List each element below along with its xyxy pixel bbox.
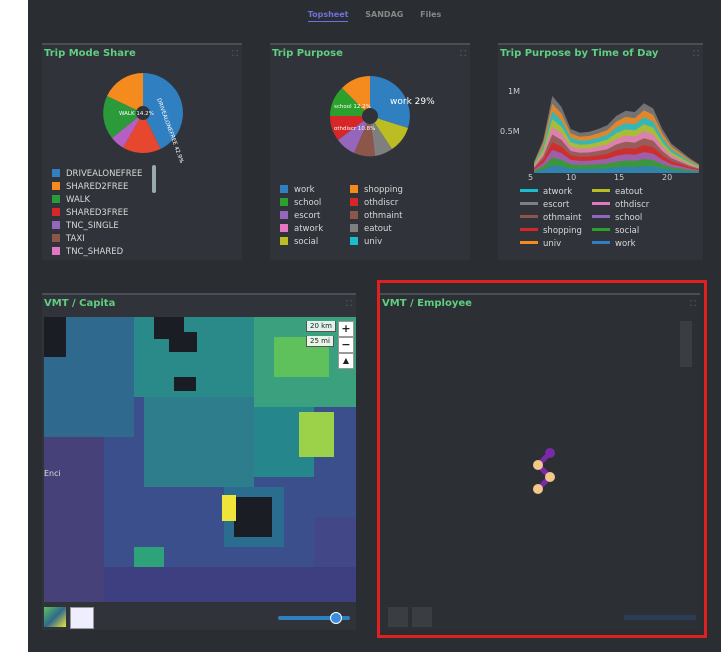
legend-scrollbar[interactable] — [152, 165, 156, 193]
mode-share-panel: Trip Mode Share ⛶ DRIVEALONEFREE 42.9% W… — [42, 43, 242, 260]
legend-item[interactable]: atwork — [280, 224, 323, 234]
reset-north-button[interactable]: ▲ — [338, 353, 354, 369]
tab-sandag[interactable]: SANDAG — [365, 10, 403, 19]
legend-item[interactable]: school — [592, 213, 642, 223]
expand-icon[interactable]: ⛶ — [460, 49, 466, 59]
legend-item[interactable]: univ — [520, 239, 561, 249]
legend-item[interactable]: eatout — [350, 224, 392, 234]
legend-item[interactable]: work — [592, 239, 636, 249]
legend-item[interactable]: atwork — [520, 187, 572, 197]
panel-title: VMT / Capita — [44, 298, 116, 309]
x-tick: 15 — [614, 173, 625, 182]
layer-toggle-points-icon[interactable] — [70, 607, 94, 629]
zoom-controls-dimmed — [680, 321, 692, 367]
legend-item[interactable]: work — [280, 185, 315, 195]
zoom-out-button[interactable]: − — [338, 337, 354, 353]
expand-icon[interactable]: ⛶ — [346, 299, 352, 309]
legend-item[interactable]: social — [280, 237, 318, 247]
tab-bar: Topsheet SANDAG Files — [28, 10, 721, 28]
vmt-capita-panel: VMT / Capita ⛶ 20 km 25 mi + − ▲ Enci — [42, 293, 356, 630]
legend-item[interactable]: SHARED3FREE — [52, 208, 128, 218]
layer-toggle-choropleth-icon[interactable] — [44, 607, 66, 627]
mode-share-pie: DRIVEALONEFREE 42.9% WALK 14.2% — [103, 73, 184, 164]
x-tick: 5 — [528, 173, 534, 182]
legend-item[interactable]: othmaint — [350, 211, 403, 221]
layer-toggle-dimmed — [412, 607, 432, 627]
choropleth — [44, 317, 356, 602]
vmt-employee-panel: VMT / Employee ⛶ — [380, 293, 700, 630]
legend-item[interactable]: SHARED2FREE — [52, 182, 128, 192]
panel-title: Trip Purpose — [272, 48, 343, 59]
legend-item[interactable]: DRIVEALONEFREE — [52, 169, 142, 179]
legend-item[interactable]: eatout — [592, 187, 643, 197]
panel-title: Trip Mode Share — [44, 48, 136, 59]
scale-bar-mi: 25 mi — [306, 336, 334, 347]
legend-item[interactable]: othdiscr — [350, 198, 398, 208]
loading-spinner-icon — [533, 448, 555, 494]
legend-item[interactable]: shopping — [350, 185, 403, 195]
legend-item[interactable]: escort — [520, 200, 569, 210]
expand-icon[interactable]: ⛶ — [232, 49, 238, 59]
slice-label: work 29% — [390, 97, 435, 107]
slice-label: school 12.2% — [334, 104, 371, 110]
legend-item[interactable]: TNC_SHARED — [52, 247, 123, 257]
panel-title: VMT / Employee — [382, 298, 472, 309]
layer-toggle-dimmed — [388, 607, 408, 627]
legend-item[interactable]: school — [280, 198, 321, 208]
x-tick: 10 — [566, 173, 577, 182]
opacity-slider-thumb[interactable] — [330, 612, 342, 624]
time-of-day-panel: Trip Purpose by Time of Day ⛶ 1M 0.5M 5 … — [498, 43, 703, 260]
expand-icon[interactable]: ⛶ — [690, 299, 696, 309]
pie-hole — [362, 108, 378, 124]
legend-item[interactable]: escort — [280, 211, 320, 221]
legend-item[interactable]: othdiscr — [592, 200, 649, 210]
trip-purpose-panel: Trip Purpose ⛶ work 29% school 12.2% oth… — [270, 43, 470, 260]
panel-title: Trip Purpose by Time of Day — [500, 48, 659, 59]
dashboard-frame: Topsheet SANDAG Files Trip Mode Share ⛶ … — [28, 0, 721, 652]
zoom-in-button[interactable]: + — [338, 321, 354, 337]
legend-item[interactable]: othmaint — [520, 213, 582, 223]
y-tick: 0.5M — [500, 127, 520, 136]
legend-item[interactable]: TAXI — [52, 234, 85, 244]
scale-bar-km: 20 km — [306, 321, 337, 332]
legend-item[interactable]: social — [592, 226, 639, 236]
map-place-label: Enci — [44, 469, 61, 478]
legend-item[interactable]: WALK — [52, 195, 90, 205]
tab-topsheet[interactable]: Topsheet — [307, 10, 349, 22]
vmt-capita-map[interactable]: 20 km 25 mi + − ▲ Enci — [44, 317, 356, 602]
trip-purpose-pie: work 29% school 12.2% othdiscr 10.8% — [330, 76, 435, 157]
tab-files[interactable]: Files — [420, 10, 441, 19]
slice-label: WALK 14.2% — [119, 111, 154, 117]
legend-item[interactable]: shopping — [520, 226, 582, 236]
legend-item[interactable]: TNC_SINGLE — [52, 221, 119, 231]
legend-item[interactable]: univ — [350, 237, 382, 247]
expand-icon[interactable]: ⛶ — [693, 49, 699, 59]
time-of-day-area-chart — [534, 96, 699, 173]
y-tick: 1M — [508, 87, 520, 96]
opacity-slider-dimmed — [624, 615, 696, 620]
slice-label: othdiscr 10.8% — [334, 126, 375, 132]
x-tick: 20 — [662, 173, 673, 182]
